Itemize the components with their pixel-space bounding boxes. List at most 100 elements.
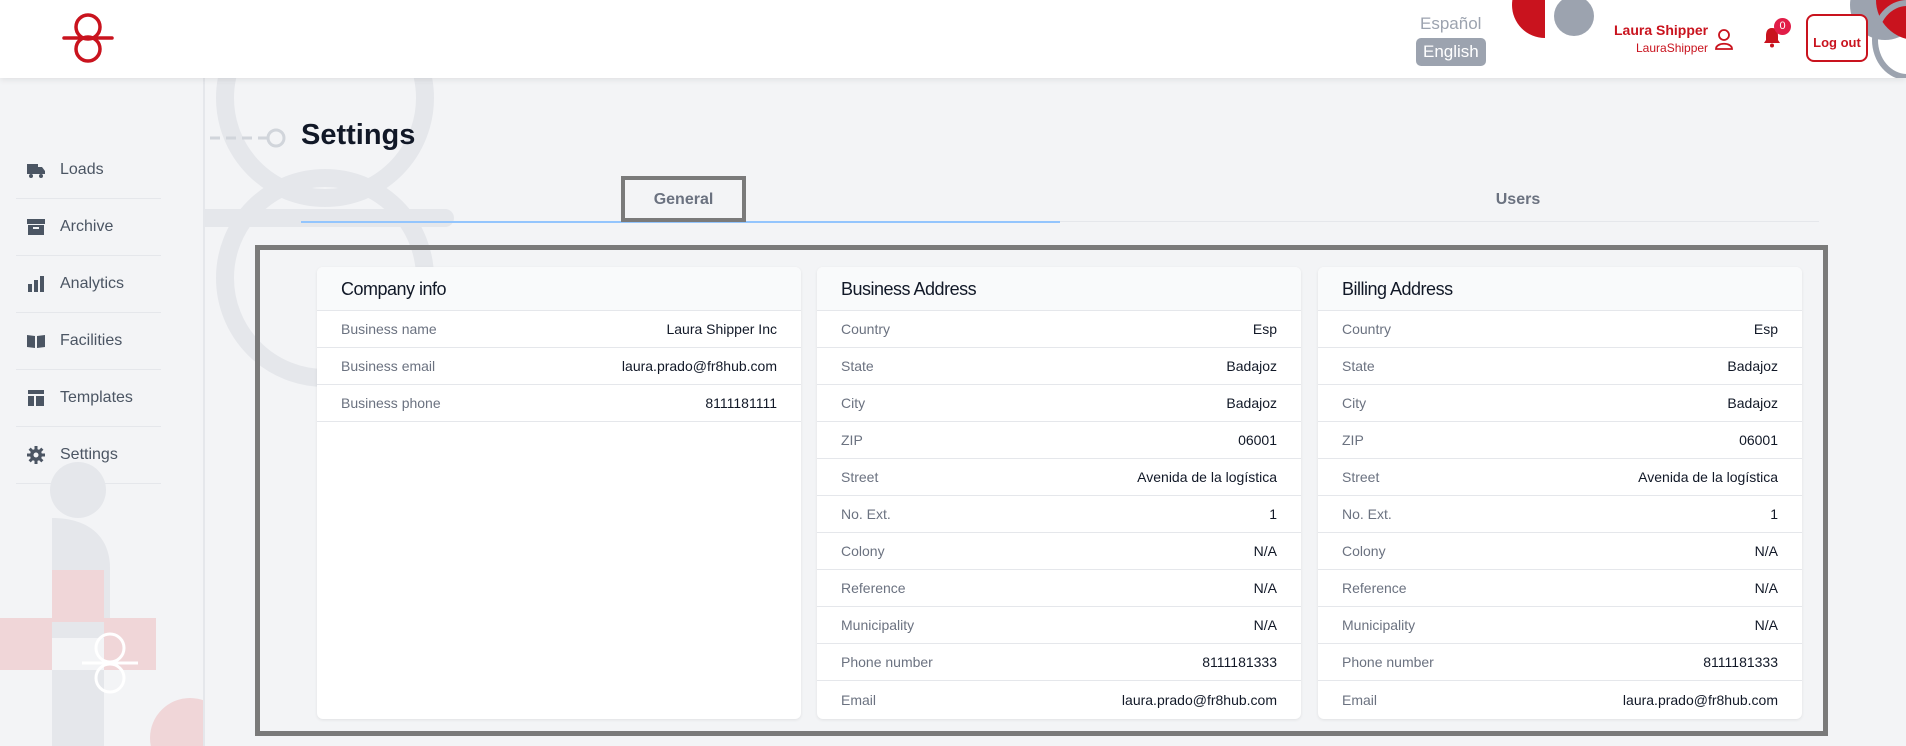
info-row: Colony N/A <box>1318 533 1802 570</box>
card-title: Company info <box>317 267 801 311</box>
title-dashed-connector-icon <box>210 128 286 148</box>
layout-template-icon <box>28 390 44 406</box>
info-row: City Badajoz <box>1318 385 1802 422</box>
info-row: Municipality N/A <box>817 607 1301 644</box>
sidebar-item-analytics[interactable]: Analytics <box>16 256 161 313</box>
field-label: State <box>841 358 874 374</box>
field-label: Reference <box>841 580 906 596</box>
info-row: Business phone 8111181111 <box>317 385 801 422</box>
field-value: Laura Shipper Inc <box>666 321 777 337</box>
billing-address-card: Billing Address Country Esp State Badajoz … <box>1318 267 1802 719</box>
info-row: No. Ext. 1 <box>1318 496 1802 533</box>
field-value: 8111181333 <box>1703 654 1778 670</box>
sidebar: Loads Archive Analytics Facilities Templ… <box>0 78 205 746</box>
info-row: Street Avenida de la logística <box>1318 459 1802 496</box>
field-value: Badajoz <box>1727 358 1778 374</box>
field-value: N/A <box>1754 543 1778 559</box>
sidebar-item-archive[interactable]: Archive <box>16 199 161 256</box>
info-row: Email laura.prado@fr8hub.com <box>817 681 1301 718</box>
info-row: City Badajoz <box>817 385 1301 422</box>
info-row: Business email laura.prado@fr8hub.com <box>317 348 801 385</box>
sidebar-item-label: Templates <box>60 389 133 406</box>
sidebar-item-settings[interactable]: Settings <box>16 427 161 484</box>
archive-box-icon <box>27 219 45 235</box>
sidebar-item-label: Archive <box>60 218 114 235</box>
logout-button[interactable]: Log out <box>1806 14 1868 62</box>
field-value: Avenida de la logística <box>1137 469 1277 485</box>
field-value: Avenida de la logística <box>1638 469 1778 485</box>
info-row: Email laura.prado@fr8hub.com <box>1318 681 1802 718</box>
field-label: Business phone <box>341 395 441 411</box>
field-label: Street <box>841 469 879 485</box>
field-label: No. Ext. <box>1342 506 1392 522</box>
info-row: Reference N/A <box>1318 570 1802 607</box>
user-handle[interactable]: LauraShipper <box>1636 41 1708 55</box>
info-row: Reference N/A <box>817 570 1301 607</box>
field-value: Badajoz <box>1226 395 1277 411</box>
sidebar-nav: Loads Archive Analytics Facilities Templ… <box>16 142 161 484</box>
info-row: ZIP 06001 <box>1318 422 1802 459</box>
info-row: State Badajoz <box>1318 348 1802 385</box>
info-row: Business name Laura Shipper Inc <box>317 311 801 348</box>
field-value: 8111181111 <box>705 395 777 411</box>
info-row: Colony N/A <box>817 533 1301 570</box>
field-value: N/A <box>1253 617 1277 633</box>
info-row: Street Avenida de la logística <box>817 459 1301 496</box>
book-open-icon <box>27 335 45 348</box>
sidebar-item-facilities[interactable]: Facilities <box>16 313 161 370</box>
field-value: 1 <box>1269 506 1277 522</box>
card-title: Billing Address <box>1318 267 1802 311</box>
field-value: Badajoz <box>1226 358 1277 374</box>
info-row: ZIP 06001 <box>817 422 1301 459</box>
user-icon[interactable] <box>1714 28 1734 50</box>
field-value: 8111181333 <box>1202 654 1277 670</box>
gear-icon <box>27 446 45 464</box>
field-label: City <box>1342 395 1367 411</box>
field-label: Phone number <box>1342 654 1434 670</box>
top-header: Español English Laura Shipper LauraShipp… <box>0 0 1906 78</box>
field-label: State <box>1342 358 1375 374</box>
field-value: laura.prado@fr8hub.com <box>1121 691 1277 708</box>
field-value: Badajoz <box>1727 395 1778 411</box>
info-row: State Badajoz <box>817 348 1301 385</box>
field-label: Street <box>1342 469 1380 485</box>
field-label: Municipality <box>1342 617 1416 633</box>
user-name[interactable]: Laura Shipper <box>1614 22 1708 38</box>
info-row: Country Esp <box>817 311 1301 348</box>
info-row: No. Ext. 1 <box>817 496 1301 533</box>
field-value: 06001 <box>1238 432 1277 448</box>
field-value: laura.prado@fr8hub.com <box>1622 691 1778 708</box>
sidebar-item-label: Loads <box>60 161 104 178</box>
card-title: Business Address <box>817 267 1301 311</box>
field-label: No. Ext. <box>841 506 891 522</box>
field-label: ZIP <box>841 432 863 448</box>
tab-users[interactable]: Users <box>1418 176 1618 222</box>
field-value: Esp <box>1753 321 1778 337</box>
field-label: Email <box>841 691 877 708</box>
bar-chart-icon <box>28 276 44 292</box>
field-label: Municipality <box>841 617 915 633</box>
sidebar-item-templates[interactable]: Templates <box>16 370 161 427</box>
fr8app-logo-icon[interactable] <box>60 10 116 66</box>
field-label: ZIP <box>1342 432 1364 448</box>
info-row: Municipality N/A <box>1318 607 1802 644</box>
field-value: N/A <box>1253 543 1277 559</box>
page-title: Settings <box>301 119 416 151</box>
field-value: N/A <box>1754 617 1778 633</box>
field-value: 06001 <box>1739 432 1778 448</box>
field-label: Country <box>841 321 891 337</box>
tab-general[interactable]: General <box>621 176 746 222</box>
company-info-card: Company info Business name Laura Shipper… <box>317 267 801 719</box>
info-row: Phone number 8111181333 <box>817 644 1301 681</box>
settings-tabs: General Users <box>301 176 1819 223</box>
field-label: City <box>841 395 866 411</box>
info-row: Country Esp <box>1318 311 1802 348</box>
language-spanish-option[interactable]: Español <box>1420 14 1481 34</box>
language-english-option[interactable]: English <box>1416 38 1486 66</box>
field-label: Business name <box>341 321 437 337</box>
field-value: N/A <box>1253 580 1277 596</box>
truck-icon <box>27 164 45 178</box>
sidebar-item-label: Analytics <box>60 275 125 292</box>
sidebar-item-loads[interactable]: Loads <box>16 142 161 199</box>
field-label: Email <box>1342 691 1378 708</box>
